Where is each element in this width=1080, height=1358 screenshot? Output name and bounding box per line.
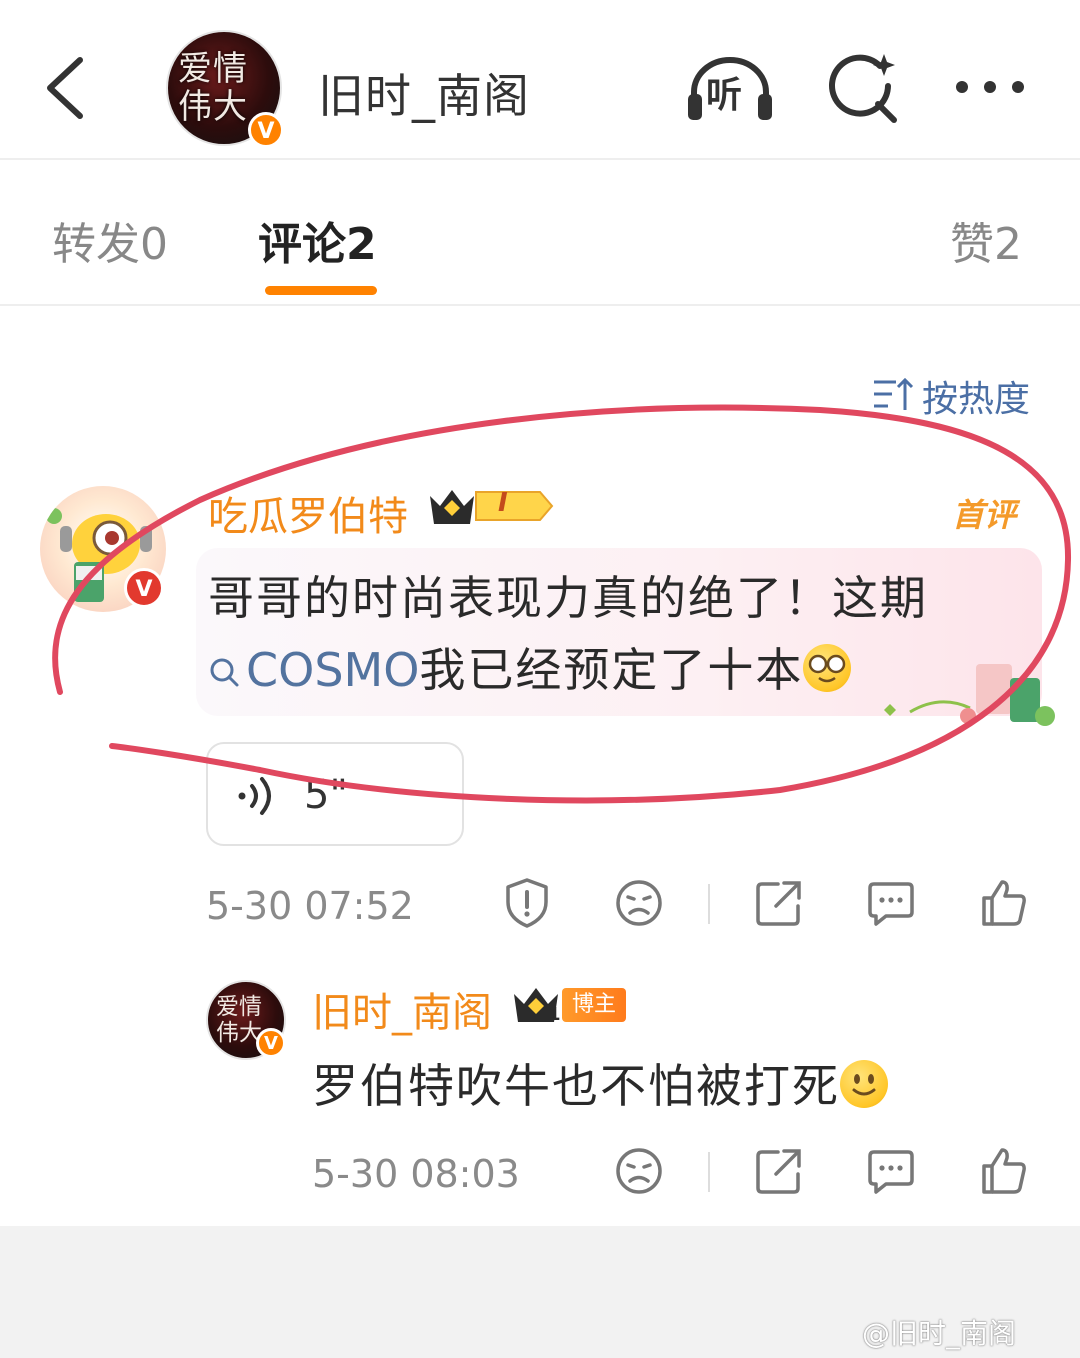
sad-face-icon[interactable] xyxy=(612,876,666,930)
voice-wave-icon xyxy=(238,777,271,815)
glasses-emoji-icon xyxy=(803,644,852,692)
topic-label: COSMO xyxy=(246,643,420,697)
smile-emoji-icon xyxy=(840,1060,888,1108)
page-title[interactable]: 旧时_南阁 xyxy=(318,60,530,126)
watermark: @旧时_南阁 xyxy=(862,1317,1017,1350)
verified-badge: V xyxy=(124,568,164,608)
sad-face-icon[interactable] xyxy=(612,1144,666,1198)
voice-duration: 5" xyxy=(304,772,348,818)
tab-count: 0 xyxy=(140,219,168,270)
tab-comments[interactable]: 评论2 xyxy=(258,208,377,272)
sort-by-hot-button[interactable]: 按热度 xyxy=(922,370,1030,422)
back-arrow-icon[interactable] xyxy=(40,52,100,124)
verified-badge: V xyxy=(256,1028,286,1058)
comment-icon[interactable] xyxy=(864,1144,918,1198)
fan-level-badge xyxy=(430,490,554,524)
comment-timestamp: 5-30 07:52 xyxy=(206,884,414,928)
sort-icon[interactable] xyxy=(872,376,914,412)
more-icon[interactable] xyxy=(954,62,1026,112)
blogger-badge: 博主 xyxy=(562,988,627,1022)
tab-count: 2 xyxy=(994,219,1022,270)
share-icon[interactable] xyxy=(752,1144,806,1198)
listen-label: 听 xyxy=(706,75,743,116)
report-icon[interactable] xyxy=(500,876,554,930)
share-icon[interactable] xyxy=(752,876,806,930)
commenter-name[interactable]: 吃瓜罗伯特 xyxy=(208,484,408,542)
divider xyxy=(0,304,1080,306)
comment-text-line: COSMO我已经预定了十本 xyxy=(208,634,852,700)
reply-author-name[interactable]: 旧时_南阁 xyxy=(312,980,492,1038)
listen-button[interactable]: 听 xyxy=(684,52,776,124)
bubble-decoration-icon xyxy=(884,664,1055,726)
reply-text: 罗伯特吹牛也不怕被打死 xyxy=(312,1050,888,1116)
tab-reposts[interactable]: 转发0 xyxy=(52,208,168,272)
search-icon[interactable] xyxy=(826,50,900,124)
tab-likes[interactable]: 赞2 xyxy=(950,208,1022,272)
reply-text-content: 罗伯特吹牛也不怕被打死 xyxy=(312,1059,840,1113)
like-icon[interactable] xyxy=(976,1144,1030,1198)
tab-label: 转发 xyxy=(52,219,140,270)
topic-link[interactable]: COSMO xyxy=(208,643,419,697)
tab-count: 2 xyxy=(346,219,377,270)
active-tab-indicator xyxy=(265,286,377,295)
verified-badge: V xyxy=(248,112,284,148)
like-icon[interactable] xyxy=(976,876,1030,930)
top-bar xyxy=(0,0,1080,160)
comment-text-continued: 我已经预定了十本 xyxy=(419,643,804,697)
divider xyxy=(708,1152,710,1192)
fan-level-number: I xyxy=(498,488,508,518)
first-comment-tag: 首评 xyxy=(952,496,1017,534)
fan-level-number: 1 xyxy=(548,1004,561,1025)
tab-label: 赞 xyxy=(950,219,994,270)
search-icon xyxy=(210,658,239,687)
comment-icon[interactable] xyxy=(864,876,918,930)
divider xyxy=(708,884,710,924)
tab-label: 评论 xyxy=(258,219,346,270)
reply-timestamp: 5-30 08:03 xyxy=(312,1152,520,1196)
comment-text-line: 哥哥的时尚表现力真的绝了！这期 xyxy=(208,571,928,625)
